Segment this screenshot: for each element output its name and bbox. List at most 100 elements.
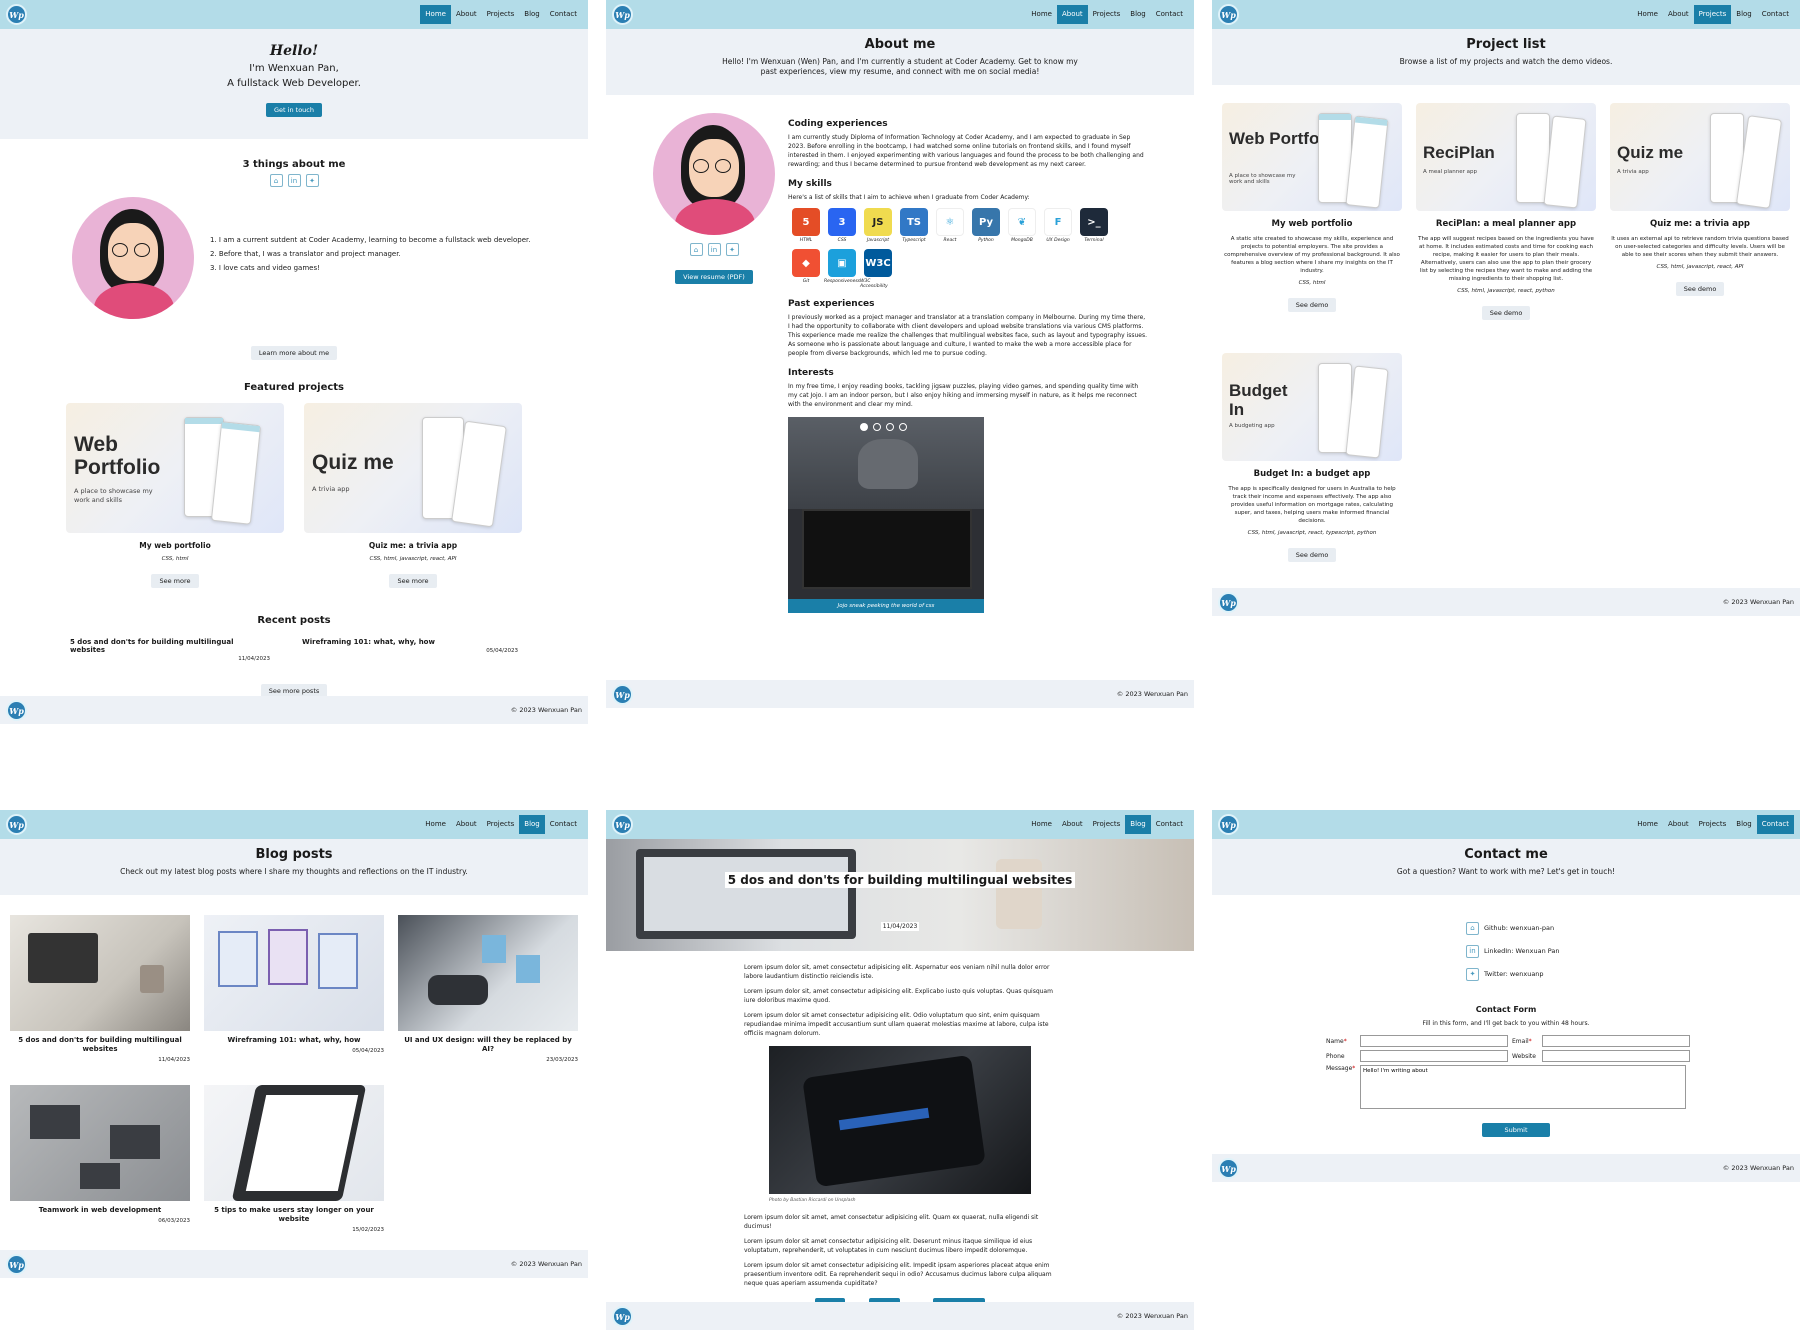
- blog-card[interactable]: 5 tips to make users stay longer on your…: [204, 1085, 384, 1233]
- site-logo[interactable]: Wp: [612, 4, 633, 25]
- nav-about[interactable]: About: [1663, 5, 1694, 24]
- nav-about[interactable]: About: [1663, 815, 1694, 834]
- github-link[interactable]: ⌂ Github: wenxuan-pan: [1466, 917, 1560, 940]
- page-subtitle: Hello! I'm Wenxuan (Wen) Pan, and I'm cu…: [722, 57, 1078, 76]
- nav-home[interactable]: Home: [420, 815, 451, 834]
- nav-projects[interactable]: Projects: [482, 815, 520, 834]
- blog-card[interactable]: Wireframing 101: what, why, how 05/04/20…: [204, 915, 384, 1054]
- github-icon[interactable]: ⌂: [689, 243, 703, 256]
- nav-about[interactable]: About: [1057, 815, 1088, 834]
- nav-contact[interactable]: Contact: [1151, 815, 1188, 834]
- project-card[interactable]: Budget In A budgeting app Budget In: a b…: [1222, 353, 1402, 562]
- featured-card[interactable]: Web Portfolio A place to showcase my wor…: [66, 403, 284, 588]
- project-card[interactable]: Quiz me A trivia app Quiz me: a trivia a…: [1610, 103, 1790, 296]
- avatar: [72, 197, 194, 319]
- blog-card[interactable]: 5 dos and don'ts for building multilingu…: [10, 915, 190, 1063]
- get-in-touch-button[interactable]: Get in touch: [266, 103, 322, 117]
- cat-carousel[interactable]: Jojo sneak peeking the world of css: [788, 417, 984, 613]
- twitter-icon[interactable]: ✦: [305, 174, 319, 187]
- nav-home[interactable]: Home: [420, 5, 451, 24]
- footer-logo[interactable]: Wp: [1218, 592, 1239, 613]
- nav-about[interactable]: About: [451, 815, 482, 834]
- site-logo[interactable]: Wp: [6, 814, 27, 835]
- website-input[interactable]: [1542, 1050, 1690, 1062]
- twitter-icon[interactable]: ✦: [725, 243, 739, 256]
- footer-logo[interactable]: Wp: [6, 1254, 27, 1275]
- post-paragraph: Lorem ipsum dolor sit amet consectetur a…: [744, 1262, 1052, 1287]
- footer-logo[interactable]: Wp: [612, 1306, 633, 1327]
- twitter-link[interactable]: ✦ Twitter: wenxuanp: [1466, 963, 1560, 986]
- post-date: 05/04/2023: [352, 1048, 384, 1054]
- footer-logo[interactable]: Wp: [612, 684, 633, 705]
- skill-item: >_ Terminal: [1076, 208, 1112, 243]
- blog-card[interactable]: UI and UX design: will they be replaced …: [398, 915, 578, 1063]
- linkedin-icon[interactable]: in: [707, 243, 721, 256]
- linkedin-link[interactable]: in LinkedIn: Wenxuan Pan: [1466, 940, 1560, 963]
- recent-post[interactable]: 5 dos and don'ts for building multilingu…: [70, 638, 270, 662]
- see-more-button[interactable]: See more: [389, 574, 437, 588]
- project-card[interactable]: ReciPlan A meal planner app ReciPlan: a …: [1416, 103, 1596, 320]
- page-title: Project list: [1466, 37, 1546, 52]
- nav-links: Home About Projects Blog Contact: [420, 5, 582, 24]
- nav-home[interactable]: Home: [1632, 815, 1663, 834]
- nav-home[interactable]: Home: [1026, 5, 1057, 24]
- interests-text: In my free time, I enjoy reading books, …: [788, 383, 1139, 408]
- nav-blog[interactable]: Blog: [519, 5, 544, 24]
- recent-post[interactable]: Wireframing 101: what, why, how 05/04/20…: [302, 638, 518, 654]
- nav-blog[interactable]: Blog: [1125, 815, 1151, 834]
- see-more-button[interactable]: See more: [151, 574, 199, 588]
- social-links: ⌂ in ✦: [0, 174, 588, 187]
- github-icon[interactable]: ⌂: [269, 174, 283, 187]
- skill-item: 3 CSS: [824, 208, 860, 243]
- blog-card[interactable]: Teamwork in web development 06/03/2023: [10, 1085, 190, 1224]
- post-title: Wireframing 101: what, why, how: [227, 1036, 361, 1044]
- post-thumbnail: [204, 1085, 384, 1201]
- footer-logo[interactable]: Wp: [1218, 1158, 1239, 1179]
- nav-blog[interactable]: Blog: [1731, 815, 1756, 834]
- view-resume-button[interactable]: View resume (PDF): [675, 270, 753, 284]
- submit-button[interactable]: Submit: [1482, 1123, 1550, 1137]
- nav-projects[interactable]: Projects: [1088, 815, 1126, 834]
- message-textarea[interactable]: Hello! I'm writing about: [1360, 1065, 1686, 1109]
- nav-projects[interactable]: Projects: [1088, 5, 1126, 24]
- skill-item: ❦ MongoDB: [1004, 208, 1040, 243]
- email-input[interactable]: [1542, 1035, 1690, 1047]
- site-logo[interactable]: Wp: [1218, 4, 1239, 25]
- skill-name: Typescript: [902, 238, 926, 243]
- nav-projects[interactable]: Projects: [482, 5, 520, 24]
- footer-logo[interactable]: Wp: [6, 700, 27, 721]
- carousel-dots[interactable]: [860, 423, 907, 431]
- thing-item: 3. I love cats and video games!: [210, 264, 320, 272]
- nav-about[interactable]: About: [451, 5, 482, 24]
- nav-blog[interactable]: Blog: [519, 815, 545, 834]
- learn-more-button[interactable]: Learn more about me: [250, 346, 338, 360]
- post-paragraph: Lorem ipsum dolor sit amet, amet consect…: [744, 1214, 1039, 1230]
- see-demo-button[interactable]: See demo: [1481, 306, 1531, 320]
- nav-projects[interactable]: Projects: [1693, 5, 1732, 24]
- nav-contact[interactable]: Contact: [1151, 5, 1188, 24]
- phone-input[interactable]: [1360, 1050, 1508, 1062]
- nav-blog[interactable]: Blog: [1125, 5, 1150, 24]
- see-demo-button[interactable]: See demo: [1287, 548, 1337, 562]
- see-demo-button[interactable]: See demo: [1287, 298, 1337, 312]
- see-demo-button[interactable]: See demo: [1675, 282, 1725, 296]
- nav-contact[interactable]: Contact: [545, 5, 582, 24]
- nav-contact[interactable]: Contact: [1756, 815, 1794, 834]
- name-input[interactable]: [1360, 1035, 1508, 1047]
- project-card[interactable]: Web Portfolio A place to showcase my wor…: [1222, 103, 1402, 312]
- linkedin-icon[interactable]: in: [287, 174, 301, 187]
- nav-home[interactable]: Home: [1026, 815, 1057, 834]
- post-paragraph: Lorem ipsum dolor sit amet consectetur a…: [744, 1238, 1033, 1254]
- nav-contact[interactable]: Contact: [545, 815, 582, 834]
- site-logo[interactable]: Wp: [6, 4, 27, 25]
- social-links: ⌂ in ✦: [652, 243, 776, 256]
- contact-form: Name* Email* Phone Website Message* Hell…: [1326, 1035, 1706, 1137]
- nav-home[interactable]: Home: [1632, 5, 1663, 24]
- nav-projects[interactable]: Projects: [1694, 815, 1732, 834]
- nav-blog[interactable]: Blog: [1731, 5, 1756, 24]
- nav-about[interactable]: About: [1056, 5, 1088, 24]
- featured-card[interactable]: Quiz me A trivia app Quiz me: a trivia a…: [304, 403, 522, 588]
- site-logo[interactable]: Wp: [612, 814, 633, 835]
- nav-contact[interactable]: Contact: [1757, 5, 1794, 24]
- site-logo[interactable]: Wp: [1218, 814, 1239, 835]
